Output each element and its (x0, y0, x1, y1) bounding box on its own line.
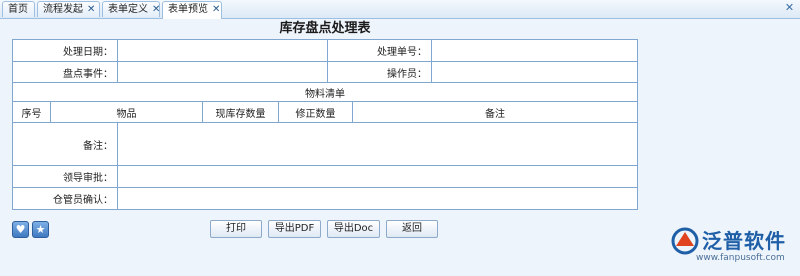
logo-mark-icon (671, 227, 699, 255)
tab-process-start[interactable]: 流程发起 ✕ (37, 1, 100, 17)
column-header-item: 物品 (51, 102, 203, 122)
approval-label: 领导审批： (13, 166, 118, 187)
form-row-keeper: 仓管员确认： (12, 188, 638, 210)
tab-bar: 首页 流程发起 ✕ 表单定义 ✕ 表单预览 ✕ ✕ (0, 0, 800, 19)
print-button[interactable]: 打印 (210, 220, 262, 238)
keeper-label: 仓管员确认： (13, 188, 118, 209)
tab-label: 表单预览 (168, 4, 208, 15)
close-icon[interactable]: ✕ (152, 2, 160, 18)
event-field[interactable] (118, 62, 328, 82)
tab-label: 表单定义 (108, 4, 148, 15)
operator-label: 操作员： (328, 62, 432, 82)
inventory-form: 处理日期： 处理单号： 盘点事件： 操作员： 物料清单 序号 物品 现库存数量 … (12, 39, 638, 210)
number-field[interactable] (432, 40, 638, 61)
number-label: 处理单号： (328, 40, 432, 61)
form-row-approval: 领导审批： (12, 166, 638, 188)
tab-home[interactable]: 首页 (2, 1, 35, 17)
date-label: 处理日期： (13, 40, 118, 61)
date-field[interactable] (118, 40, 328, 61)
form-row-event: 盘点事件： 操作员： (12, 62, 638, 83)
keeper-field[interactable] (118, 188, 638, 209)
logo-text: 泛普软件 (702, 229, 786, 253)
materials-header: 物料清单 (13, 83, 638, 101)
remark-field[interactable] (118, 123, 638, 165)
column-header-stock: 现库存数量 (203, 102, 279, 122)
tab-label: 首页 (8, 4, 28, 15)
materials-columns-row: 序号 物品 现库存数量 修正数量 备注 (12, 102, 638, 123)
star-icon[interactable]: ★ (32, 221, 49, 238)
materials-header-row: 物料清单 (12, 83, 638, 102)
form-row-remark: 备注： (12, 123, 638, 166)
heart-icon[interactable]: ♥ (12, 221, 29, 238)
operator-field[interactable] (432, 62, 638, 82)
tab-form-preview[interactable]: 表单预览 ✕ (162, 1, 222, 19)
back-button[interactable]: 返回 (386, 220, 438, 238)
event-label: 盘点事件： (13, 62, 118, 82)
tab-form-definition[interactable]: 表单定义 ✕ (102, 1, 160, 17)
close-icon[interactable]: ✕ (212, 2, 220, 18)
column-header-index: 序号 (13, 102, 51, 122)
approval-field[interactable] (118, 166, 638, 187)
close-icon[interactable]: ✕ (87, 2, 95, 18)
form-title: 库存盘点处理表 (279, 21, 371, 36)
tab-label: 流程发起 (43, 4, 83, 15)
form-row-date: 处理日期： 处理单号： (12, 40, 638, 62)
fanpu-logo: 泛普软件 www.fanpusoft.com (668, 222, 798, 272)
column-header-correction: 修正数量 (279, 102, 353, 122)
remark-label: 备注： (13, 123, 118, 165)
window-close-icon[interactable]: ✕ (783, 2, 796, 15)
column-header-remark: 备注 (353, 102, 638, 122)
export-pdf-button[interactable]: 导出PDF (268, 220, 321, 238)
logo-url: www.fanpusoft.com (696, 253, 785, 263)
export-doc-button[interactable]: 导出Doc (327, 220, 380, 238)
